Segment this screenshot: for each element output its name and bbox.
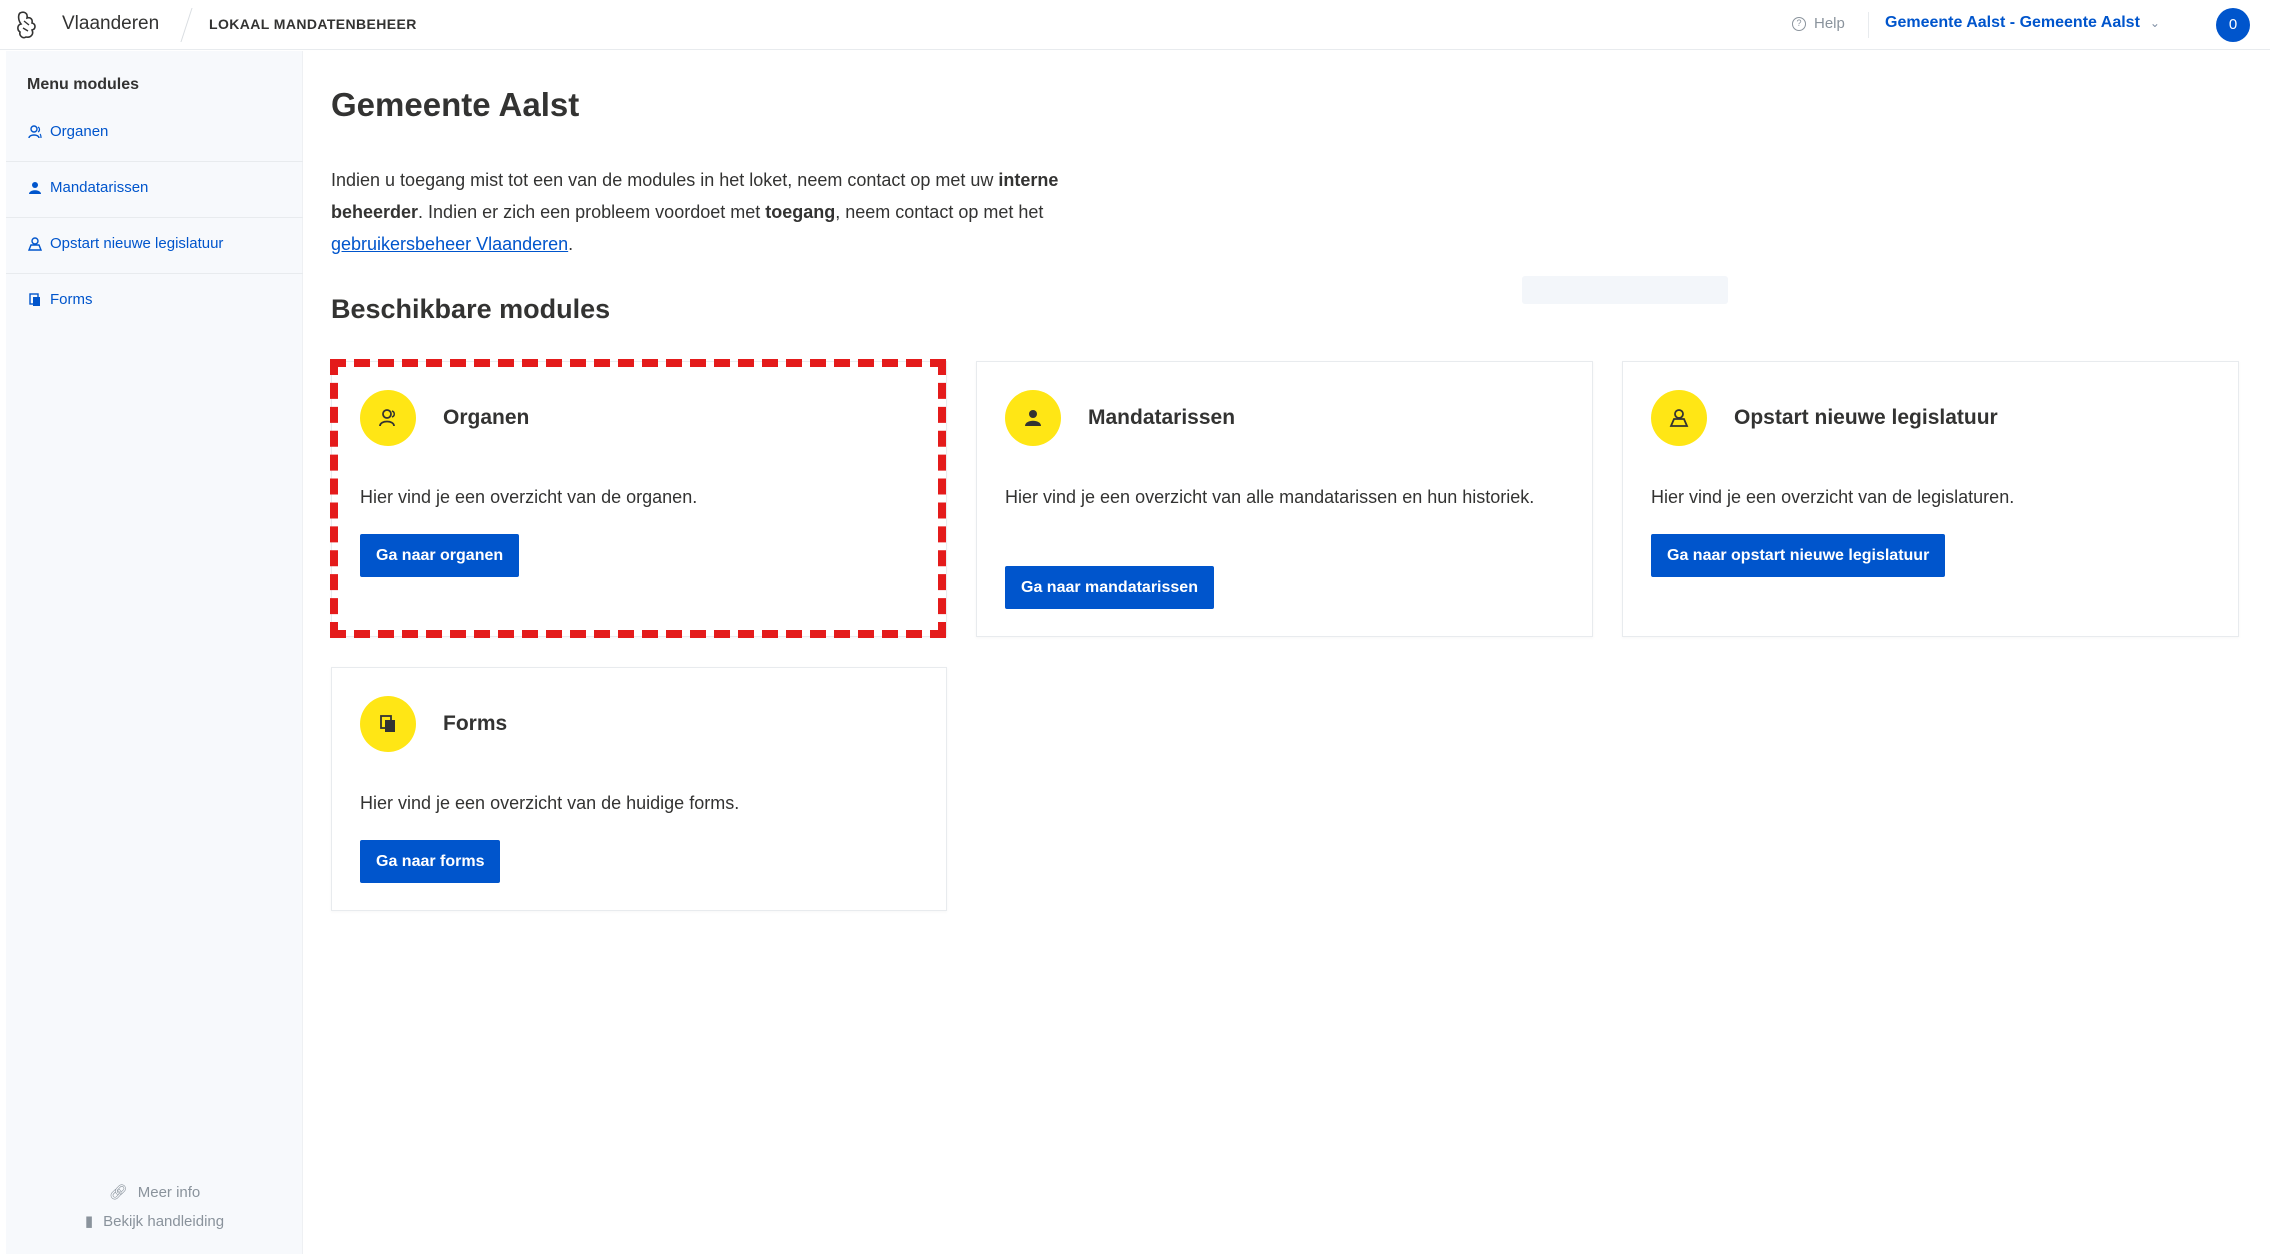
card-header: Opstart nieuwe legislatuur	[1651, 390, 1998, 446]
intro-text-part: .	[568, 234, 574, 254]
user-icon	[1005, 390, 1061, 446]
card-description: Hier vind je een overzicht van de legisl…	[1651, 487, 2015, 507]
link-icon: 🔗︎	[108, 1184, 128, 1201]
header-separator	[1868, 12, 1869, 38]
card-title: Forms	[443, 712, 508, 735]
sidebar-divider	[6, 273, 303, 274]
sidebar: Menu modules Organen Mandatarissen Opsta…	[6, 51, 303, 1254]
ga-naar-opstart-nieuwe-legislatuur-button[interactable]: Ga naar opstart nieuwe legislatuur	[1651, 534, 1946, 577]
sidebar-item-organen[interactable]: Organen	[28, 123, 108, 140]
sidebar-title: Menu modules	[27, 76, 140, 93]
sidebar-item-label: Mandatarissen	[50, 179, 149, 196]
brand-name[interactable]: Vlaanderen	[62, 13, 159, 35]
card-description: Hier vind je een overzicht van alle mand…	[1005, 487, 1535, 507]
section-title: Beschikbare modules	[331, 294, 611, 324]
gebruikersbeheer-link[interactable]: gebruikersbeheer Vlaanderen	[331, 234, 568, 254]
card-description: Hier vind je een overzicht van de huidig…	[360, 793, 740, 813]
chevron-down-icon: ⌄	[2149, 16, 2160, 30]
card-title: Organen	[443, 406, 530, 429]
sidebar-divider	[6, 161, 303, 162]
faded-search-field	[1522, 276, 1728, 304]
ga-naar-mandatarissen-button[interactable]: Ga naar mandatarissen	[1005, 566, 1214, 609]
card-description: Hier vind je een overzicht van de organe…	[360, 487, 698, 507]
more-info-label: Meer info	[137, 1183, 201, 1201]
ga-naar-forms-button[interactable]: Ga naar forms	[360, 840, 501, 883]
more-info-link[interactable]: 🔗︎ Meer info	[6, 1183, 303, 1202]
module-card-forms: Forms Hier vind je een overzicht van de …	[331, 667, 947, 911]
help-link[interactable]: ? Help	[1792, 15, 1845, 32]
sidebar-item-mandatarissen[interactable]: Mandatarissen	[28, 179, 148, 196]
intro-text: Indien u toegang mist tot een van de mod…	[331, 164, 1071, 260]
intro-text-part: , neem contact op met het	[835, 202, 1044, 222]
module-card-organen: Organen Hier vind je een overzicht van d…	[331, 361, 947, 637]
organization-label: Gemeente Aalst - Gemeente Aalst	[1885, 14, 2140, 31]
document-icon	[360, 696, 416, 752]
app-name[interactable]: LOKAAL MANDATENBEHEER	[209, 16, 417, 32]
sidebar-item-forms[interactable]: Forms	[28, 291, 93, 308]
book-icon: ▮	[84, 1213, 94, 1230]
card-header: Mandatarissen	[1005, 390, 1235, 446]
question-circle-icon: ?	[1792, 16, 1806, 31]
organization-selector[interactable]: Gemeente Aalst - Gemeente Aalst ⌄	[1885, 14, 2160, 32]
user-icon	[29, 181, 41, 194]
sidebar-item-opstart-nieuwe-legislatuur[interactable]: Opstart nieuwe legislatuur	[28, 235, 223, 252]
module-card-opstart-nieuwe-legislatuur: Opstart nieuwe legislatuur Hier vind je …	[1622, 361, 2239, 637]
page-title: Gemeente Aalst	[331, 86, 580, 123]
manual-link[interactable]: ▮ Bekijk handleiding	[6, 1212, 303, 1231]
module-card-mandatarissen: Mandatarissen Hier vind je een overzicht…	[976, 361, 1593, 637]
ga-naar-organen-button[interactable]: Ga naar organen	[360, 534, 520, 577]
card-header: Forms	[360, 696, 507, 752]
intro-text-part: Indien u toegang mist tot een van de mod…	[331, 170, 999, 190]
sidebar-divider	[6, 217, 303, 218]
person-admin-icon	[28, 236, 42, 251]
help-label: Help	[1814, 15, 1845, 32]
sidebar-item-label: Forms	[50, 291, 93, 308]
brand-separator	[180, 8, 193, 42]
users-icon	[28, 124, 42, 138]
card-header: Organen	[360, 390, 529, 446]
card-title: Mandatarissen	[1088, 406, 1236, 429]
user-avatar[interactable]: 0	[2216, 8, 2250, 42]
flemish-lion-logo-icon[interactable]	[14, 9, 42, 41]
sidebar-item-label: Opstart nieuwe legislatuur	[50, 235, 224, 252]
sidebar-item-label: Organen	[50, 123, 109, 140]
document-icon	[29, 292, 40, 306]
manual-label: Bekijk handleiding	[103, 1212, 225, 1230]
intro-text-part: . Indien er zich een probleem voordoet m…	[418, 202, 766, 222]
top-header: Vlaanderen LOKAAL MANDATENBEHEER ? Help …	[0, 0, 2270, 50]
card-title: Opstart nieuwe legislatuur	[1734, 406, 1998, 429]
intro-bold-access: toegang	[765, 202, 836, 222]
person-admin-icon	[1651, 390, 1707, 446]
users-icon	[360, 390, 416, 446]
